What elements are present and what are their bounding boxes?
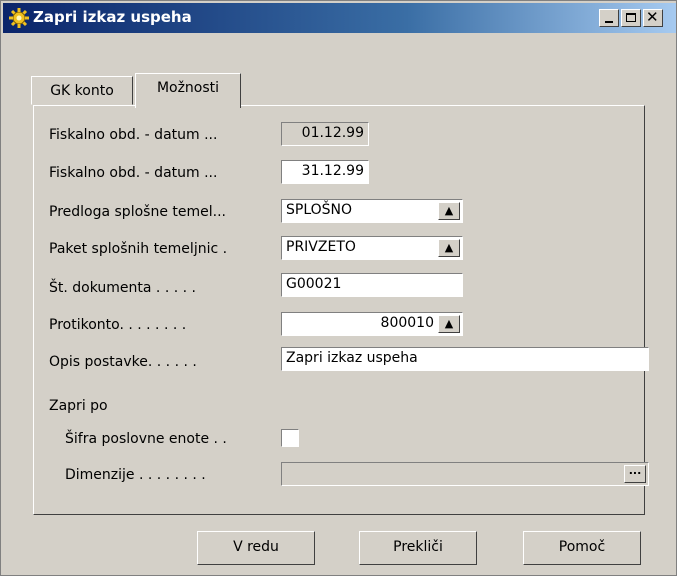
gear-icon <box>9 8 29 28</box>
title-bar[interactable]: Zapri izkaz uspeha ✕ <box>3 3 676 33</box>
balance-account-label: Protikonto. . . . . . . . <box>49 317 187 333</box>
minimize-button[interactable] <box>599 9 619 27</box>
dimensions-field: ... <box>281 462 649 486</box>
close-icon: ✕ <box>646 8 659 26</box>
fiscal-end-field[interactable]: 31.12.99 <box>281 160 369 184</box>
balance-account-lookup-button[interactable]: ▲ <box>438 315 460 333</box>
dimensions-assist-button[interactable]: ... <box>624 465 646 483</box>
fiscal-start-field: 01.12.99 <box>281 122 369 146</box>
ok-button[interactable]: V redu <box>197 531 315 565</box>
cancel-button[interactable]: Prekliči <box>359 531 477 565</box>
template-value: SPLOŠNO <box>286 202 353 218</box>
dimensions-label: Dimenzije . . . . . . . . <box>65 467 206 483</box>
dialog-window: Zapri izkaz uspeha ✕ GK konto Možnosti F… <box>0 0 677 576</box>
business-unit-label: Šifra poslovne enote . . <box>65 431 227 447</box>
template-label: Predloga splošne temel... <box>49 204 226 220</box>
fiscal-end-label: Fiskalno obd. - datum ... <box>49 165 218 181</box>
maximize-button[interactable] <box>621 9 641 27</box>
batch-value: PRIVZETO <box>286 239 356 255</box>
tab-moznosti[interactable]: Možnosti <box>135 73 241 108</box>
business-unit-checkbox[interactable] <box>281 429 299 447</box>
close-by-section-label: Zapri po <box>49 398 108 414</box>
balance-account-value: 800010 <box>380 315 434 331</box>
minimize-icon <box>605 21 613 23</box>
doc-no-field[interactable]: G00021 <box>281 273 463 297</box>
doc-no-label: Št. dokumenta . . . . . <box>49 280 196 296</box>
template-lookup-button[interactable]: ▲ <box>438 202 460 220</box>
template-field[interactable]: SPLOŠNO ▲ <box>281 199 463 223</box>
batch-field[interactable]: PRIVZETO ▲ <box>281 236 463 260</box>
help-button[interactable]: Pomoč <box>523 531 641 565</box>
batch-label: Paket splošnih temeljnic . <box>49 241 228 257</box>
description-label: Opis postavke. . . . . . <box>49 354 197 370</box>
maximize-icon <box>626 13 636 22</box>
arrow-up-icon: ▲ <box>444 204 454 217</box>
close-button[interactable]: ✕ <box>643 8 663 27</box>
window-title: Zapri izkaz uspeha <box>33 8 192 26</box>
tab-gk-konto[interactable]: GK konto <box>31 76 133 105</box>
batch-lookup-button[interactable]: ▲ <box>438 239 460 257</box>
arrow-up-icon: ▲ <box>444 241 454 254</box>
balance-account-field[interactable]: 800010 ▲ <box>281 312 463 336</box>
arrow-up-icon: ▲ <box>444 317 454 330</box>
description-field[interactable]: Zapri izkaz uspeha <box>281 347 649 371</box>
fiscal-start-label: Fiskalno obd. - datum ... <box>49 127 218 143</box>
